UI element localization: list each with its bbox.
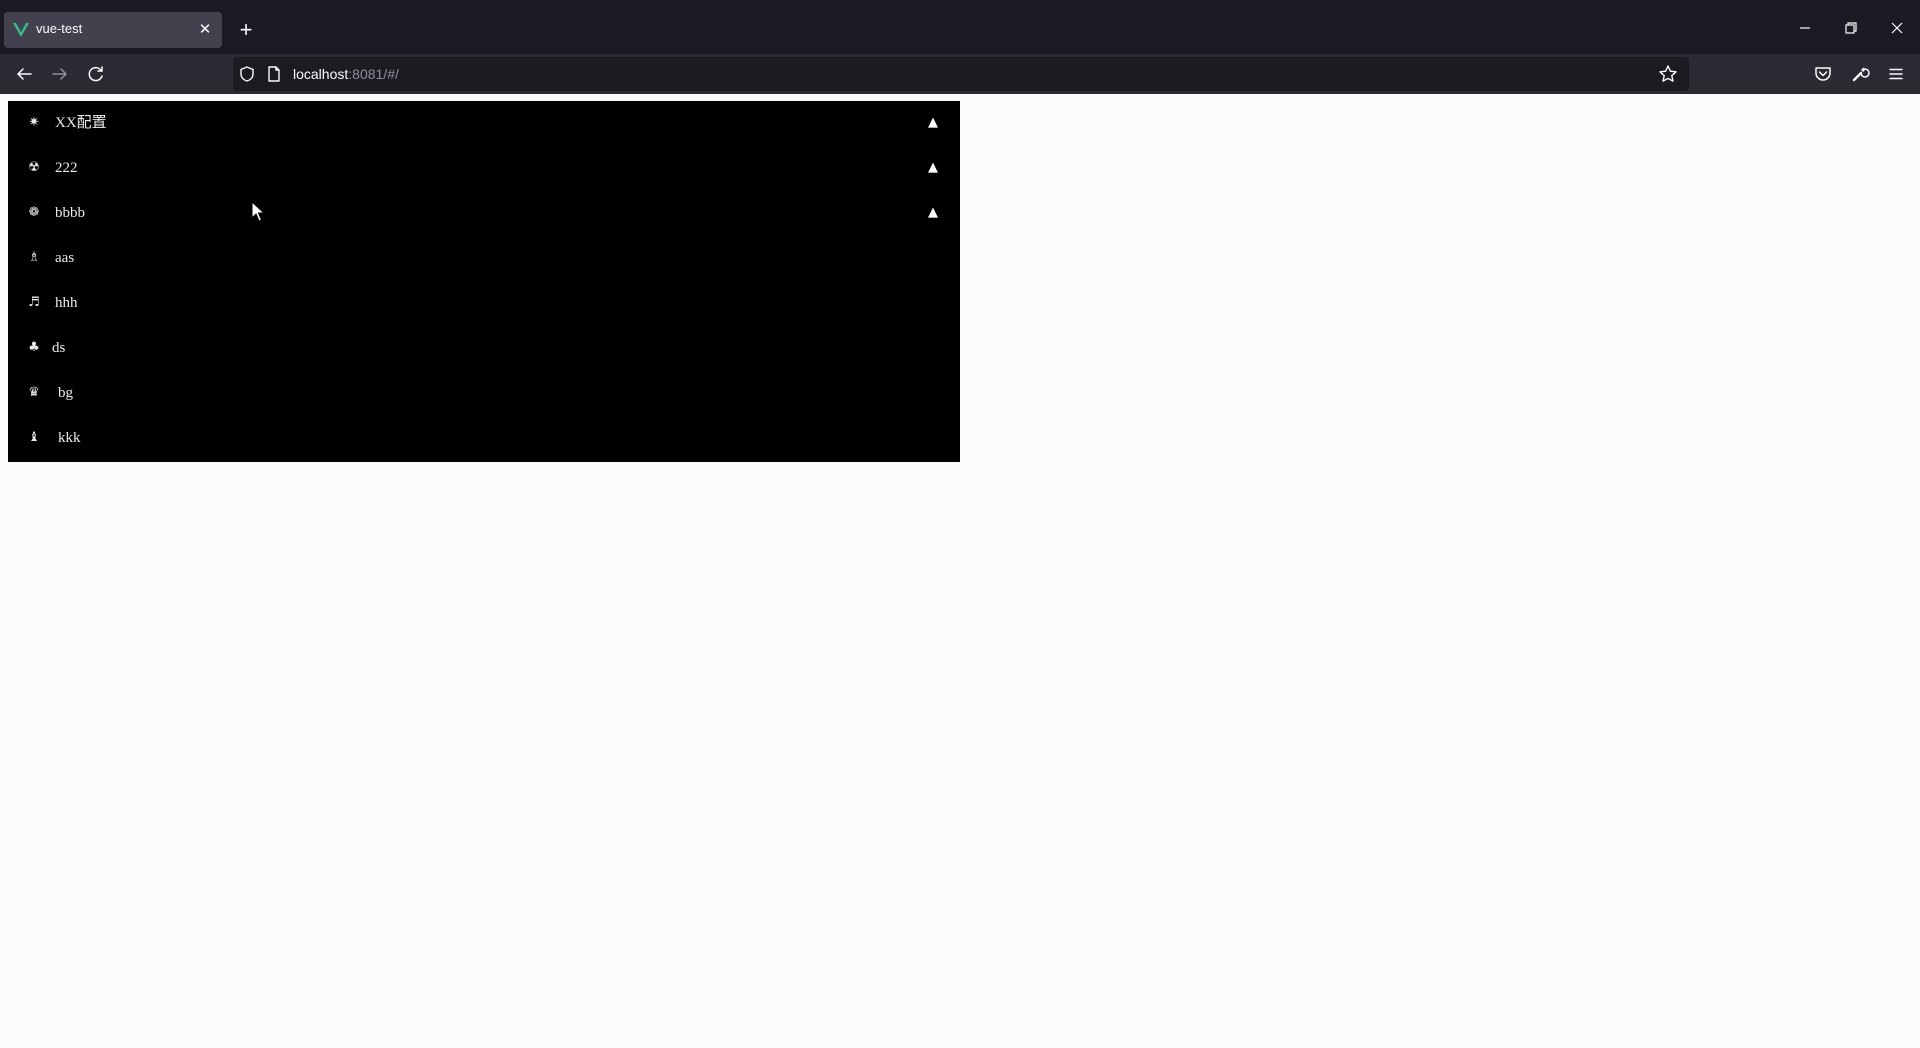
menu-item-bg[interactable]: ♛ bg [8,371,960,416]
menu-item-bbbb[interactable]: ❁ bbbb ▲ [8,191,960,236]
mouse-cursor-icon [251,201,265,222]
url-path: :8081/#/ [348,66,399,82]
club-icon: ♣ [28,340,40,355]
menu-item-hhh[interactable]: ♬ hhh [8,281,960,326]
navigation-bar: localhost:8081/#/ [0,54,1920,94]
bookmark-star-icon[interactable] [1657,63,1679,85]
menu-item-label: XX配置 [55,115,107,131]
menu-item-label: kkk [58,430,81,446]
tab-bar: vue-test ✕ + [0,0,1920,54]
menu-item-label: hhh [55,295,78,311]
restore-icon[interactable] [1836,13,1866,43]
caret-up-icon[interactable]: ▲ [924,201,942,225]
plus-icon[interactable]: + [233,17,259,43]
menu-item-label: ds [52,340,66,356]
caret-up-icon[interactable]: ▲ [924,111,942,135]
arrow-right-icon[interactable] [46,60,74,88]
url-host: localhost [293,66,349,82]
address-bar[interactable]: localhost:8081/#/ [233,57,1689,91]
flower-icon: ❁ [28,205,40,220]
menu-item-kkk[interactable]: ♝ kkk [8,416,960,461]
menu-item-label: bg [58,385,73,401]
browser-tab[interactable]: vue-test ✕ [4,12,222,48]
side-menu: ✷ XX配置 ▲ ☢ 222 ▲ ❁ bbbb ▲ ♗ aas ♬ hhh ♣ … [8,101,960,462]
chess-bishop-icon: ♗ [28,250,40,265]
pocket-icon[interactable] [1809,60,1837,88]
shield-icon[interactable] [237,64,257,84]
menu-item-label: 222 [55,160,78,176]
music-note-icon: ♬ [28,295,40,310]
close-icon[interactable] [1882,13,1912,43]
menu-item-label: aas [55,250,75,266]
vue-logo-icon [13,23,29,37]
menu-item-xx-config[interactable]: ✷ XX配置 ▲ [8,101,960,146]
close-icon[interactable]: ✕ [196,21,214,39]
menu-item-aas[interactable]: ♗ aas [8,236,960,281]
url-text[interactable]: localhost:8081/#/ [293,66,399,82]
chess-queen-icon: ♛ [28,385,40,400]
page-icon[interactable] [264,64,284,84]
caret-up-icon[interactable]: ▲ [924,156,942,180]
wrench-icon[interactable] [1846,60,1874,88]
radioactive-icon: ☢ [28,160,40,175]
sun-icon: ✷ [28,115,40,130]
menu-item-ds[interactable]: ♣ ds [8,326,960,371]
tab-title: vue-test [36,21,83,36]
minimize-icon[interactable] [1790,13,1820,43]
chess-bishop-filled-icon: ♝ [28,430,40,445]
reload-icon[interactable] [82,60,110,88]
menu-item-222[interactable]: ☢ 222 ▲ [8,146,960,191]
hamburger-menu-icon[interactable] [1882,60,1910,88]
arrow-left-icon[interactable] [10,60,38,88]
menu-item-label: bbbb [55,205,85,221]
